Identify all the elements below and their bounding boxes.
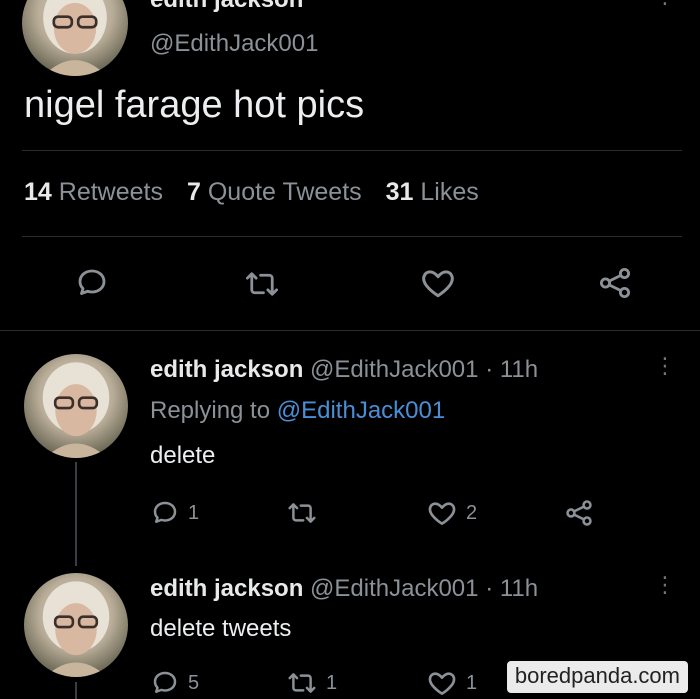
thread-line: [75, 682, 77, 699]
avatar[interactable]: [22, 0, 128, 76]
replying-to-label: Replying to: [150, 397, 271, 424]
avatar-photo: [42, 581, 110, 677]
like-action[interactable]: 2: [426, 497, 477, 529]
watermark: boredpanda.com: [506, 661, 688, 693]
avatar[interactable]: [24, 573, 128, 677]
timestamp[interactable]: · 11h: [485, 575, 538, 602]
reply-count: 1: [188, 501, 200, 524]
avatar-photo: [43, 0, 107, 76]
display-name[interactable]: edith jackson: [150, 356, 303, 383]
reply-header: edith jackson @EdithJack001 · 11h: [150, 356, 538, 384]
tweet-stats: 14 Retweets 7 Quote Tweets 31 Likes: [24, 178, 479, 207]
avatar[interactable]: [24, 354, 128, 458]
replying-to-handle[interactable]: @EdithJack001: [277, 397, 445, 424]
retweet-icon: [286, 498, 318, 528]
avatar-photo: [42, 362, 110, 458]
reply-action[interactable]: 1: [150, 498, 199, 528]
likes-count: 31: [385, 178, 414, 206]
reply-text: delete tweets: [150, 615, 292, 642]
reply-action[interactable]: 5: [150, 668, 199, 698]
share-icon[interactable]: [596, 264, 634, 302]
retweet-action[interactable]: [286, 498, 326, 528]
reply-text: delete: [150, 442, 216, 469]
thread-line: [75, 462, 77, 566]
like-action[interactable]: 1: [426, 667, 477, 699]
retweets-stat[interactable]: 14 Retweets: [24, 178, 163, 207]
likes-label: Likes: [420, 178, 479, 206]
quotes-label: Quote Tweets: [207, 178, 362, 206]
reply-icon[interactable]: [74, 265, 110, 301]
quotes-count: 7: [186, 178, 201, 206]
reply-header: edith jackson @EdithJack001 · 11h: [150, 575, 538, 603]
heart-icon: [426, 667, 458, 699]
display-name[interactable]: edith jackson: [150, 575, 303, 602]
display-name[interactable]: edith jackson: [150, 0, 303, 14]
more-icon[interactable]: ⋮: [654, 355, 676, 377]
retweet-action[interactable]: 1: [286, 668, 337, 698]
retweet-icon: [286, 668, 318, 698]
quotes-stat[interactable]: 7 Quote Tweets: [187, 178, 362, 207]
tweet-text: nigel farage hot pics: [24, 84, 365, 126]
retweets-count: 14: [24, 178, 52, 206]
more-icon[interactable]: ⋮: [654, 574, 676, 596]
divider: [22, 236, 682, 237]
likes-stat[interactable]: 31 Likes: [386, 178, 479, 207]
reply-count: 5: [188, 671, 200, 694]
like-count: 2: [466, 501, 478, 524]
share-icon[interactable]: [563, 497, 595, 529]
reply-icon: [150, 498, 180, 528]
retweet-count: 1: [326, 671, 338, 694]
divider: [22, 150, 682, 151]
heart-icon[interactable]: [418, 264, 458, 302]
user-handle[interactable]: @EdithJack001: [310, 356, 478, 383]
divider: [0, 330, 700, 331]
user-handle[interactable]: @EdithJack001: [310, 575, 478, 602]
retweets-label: Retweets: [58, 178, 163, 206]
replying-to: Replying to @EdithJack001: [150, 397, 445, 425]
reply-icon: [150, 668, 180, 698]
timestamp[interactable]: · 11h: [485, 356, 538, 383]
heart-icon: [426, 497, 458, 529]
user-handle[interactable]: @EdithJack001: [150, 30, 318, 58]
retweet-icon[interactable]: [243, 266, 281, 302]
like-count: 1: [466, 671, 478, 694]
